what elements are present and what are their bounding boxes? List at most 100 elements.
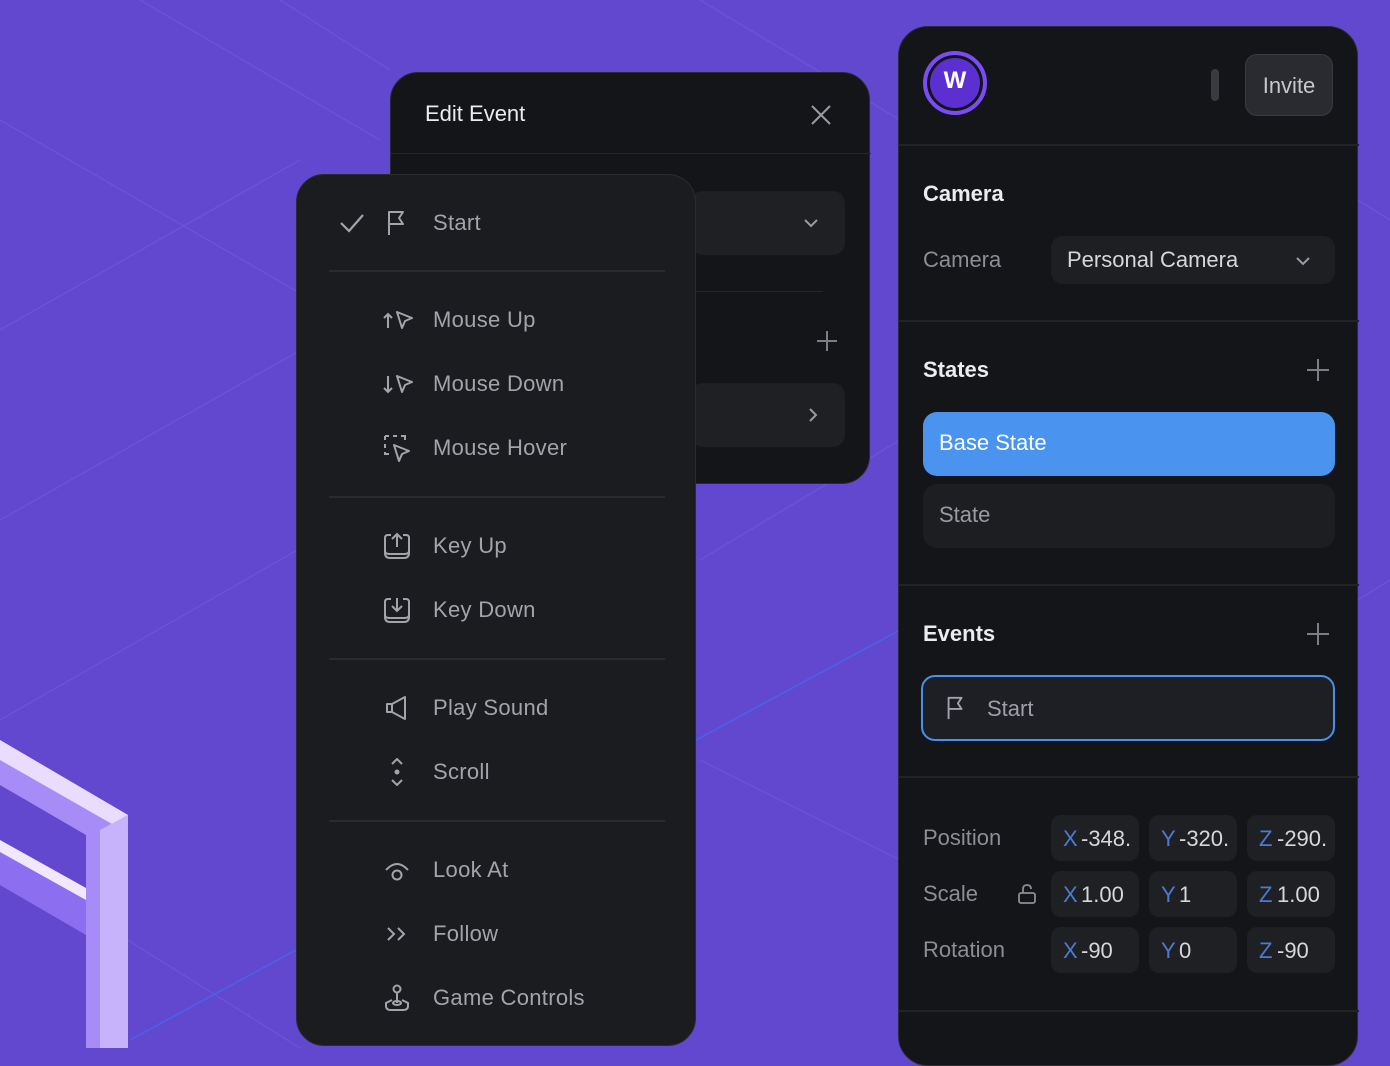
event-item-start[interactable]: Start bbox=[921, 675, 1335, 741]
menu-item-label: Mouse Up bbox=[433, 307, 536, 332]
menu-item-label: Start bbox=[433, 210, 481, 235]
dialog-title: Edit Event bbox=[425, 101, 526, 126]
event-type-menu: Start Mouse Up Mouse Down Mouse Hover Ke… bbox=[296, 174, 696, 1046]
key-down-icon bbox=[384, 598, 410, 623]
menu-item-label: Mouse Hover bbox=[433, 435, 568, 460]
state-label: Base State bbox=[939, 430, 1047, 455]
divider bbox=[899, 320, 1359, 322]
position-y-input[interactable]: Y -320. bbox=[1149, 815, 1237, 861]
axis-label: Y bbox=[1161, 882, 1176, 907]
axis-label: Z bbox=[1259, 826, 1273, 851]
axis-label: Z bbox=[1259, 882, 1273, 907]
rotation-x-input[interactable]: X -90 bbox=[1051, 927, 1139, 973]
camera-select-value: Personal Camera bbox=[1067, 247, 1239, 272]
event-label: Start bbox=[987, 696, 1034, 721]
checkmark-icon bbox=[340, 214, 364, 233]
menu-divider bbox=[329, 270, 665, 272]
events-section-title: Events bbox=[923, 621, 996, 646]
chevron-down-icon bbox=[1296, 257, 1310, 266]
look-at-icon bbox=[385, 863, 409, 881]
axis-label: Y bbox=[1161, 826, 1176, 851]
menu-item-game-controls[interactable]: Game Controls bbox=[297, 972, 697, 1024]
value: 1.00 bbox=[1081, 882, 1124, 907]
axis-label: Z bbox=[1259, 938, 1273, 963]
value: -320. bbox=[1179, 826, 1230, 851]
divider bbox=[691, 291, 823, 292]
menu-item-label: Key Down bbox=[433, 597, 536, 622]
divider bbox=[899, 1010, 1359, 1012]
value: 0 bbox=[1179, 938, 1192, 963]
scale-label: Scale bbox=[923, 881, 979, 906]
rotation-label: Rotation bbox=[923, 937, 1005, 962]
flag-icon bbox=[388, 211, 404, 235]
invite-button[interactable]: Invite bbox=[1245, 54, 1333, 116]
inspector-panel: W Invite Camera Camera Personal Camera S… bbox=[898, 26, 1359, 1066]
menu-item-label: Mouse Down bbox=[433, 371, 565, 396]
follow-icon bbox=[387, 927, 406, 941]
axis-label: X bbox=[1063, 882, 1078, 907]
value: -90 bbox=[1277, 938, 1309, 963]
menu-item-follow[interactable]: Follow bbox=[297, 908, 697, 960]
divider bbox=[899, 144, 1359, 146]
menu-item-label: Key Up bbox=[433, 533, 507, 558]
position-z-input[interactable]: Z -290. bbox=[1247, 815, 1335, 861]
menu-item-mouse-up[interactable]: Mouse Up bbox=[297, 294, 697, 346]
menu-item-label: Look At bbox=[433, 857, 509, 882]
states-section-title: States bbox=[923, 357, 990, 382]
flag-icon bbox=[947, 696, 963, 720]
menu-item-label: Play Sound bbox=[433, 695, 549, 720]
mouse-down-icon bbox=[383, 375, 413, 394]
scale-y-input[interactable]: Y1 bbox=[1149, 871, 1237, 917]
value: 1.00 bbox=[1277, 882, 1320, 907]
state-item[interactable]: State bbox=[923, 484, 1335, 548]
scale-z-input[interactable]: Z 1.00 bbox=[1247, 871, 1335, 917]
separator-handle bbox=[1211, 69, 1219, 101]
key-up-icon bbox=[384, 532, 410, 559]
menu-item-play-sound[interactable]: Play Sound bbox=[297, 682, 697, 734]
menu-item-mouse-down[interactable]: Mouse Down bbox=[297, 358, 697, 410]
value: -348. bbox=[1081, 826, 1132, 851]
menu-item-scroll[interactable]: Scroll bbox=[297, 746, 697, 798]
chevron-right-icon bbox=[809, 408, 818, 422]
rotation-y-input[interactable]: Y0 bbox=[1149, 927, 1237, 973]
speaker-icon bbox=[386, 696, 406, 720]
value: 1 bbox=[1179, 882, 1192, 907]
close-icon[interactable] bbox=[809, 103, 833, 127]
value: -90 bbox=[1081, 938, 1113, 963]
menu-item-label: Follow bbox=[433, 921, 499, 946]
add-state-icon[interactable] bbox=[1306, 358, 1330, 382]
scroll-icon bbox=[391, 758, 403, 786]
menu-divider bbox=[329, 658, 665, 660]
mouse-up-icon bbox=[383, 311, 413, 329]
divider bbox=[899, 776, 1359, 778]
unlock-icon[interactable] bbox=[1017, 883, 1037, 905]
camera-select[interactable]: Personal Camera bbox=[1051, 236, 1335, 284]
mouse-hover-icon bbox=[384, 435, 410, 462]
menu-item-key-up[interactable]: Key Up bbox=[297, 520, 697, 572]
rotation-z-input[interactable]: Z -90 bbox=[1247, 927, 1335, 973]
event-type-select[interactable] bbox=[691, 191, 845, 255]
menu-item-label: Scroll bbox=[433, 759, 490, 784]
position-x-input[interactable]: X -348. bbox=[1051, 815, 1139, 861]
state-item-base[interactable]: Base State bbox=[923, 412, 1335, 476]
scene-frame bbox=[0, 740, 128, 1048]
menu-divider bbox=[329, 820, 665, 822]
divider bbox=[899, 584, 1359, 586]
scale-x-input[interactable]: X 1.00 bbox=[1051, 871, 1139, 917]
value: -290. bbox=[1277, 826, 1328, 851]
add-icon[interactable] bbox=[815, 329, 839, 353]
camera-field-label: Camera bbox=[923, 247, 1002, 272]
camera-section-title: Camera bbox=[923, 181, 1004, 206]
joystick-icon bbox=[385, 984, 409, 1011]
add-event-icon[interactable] bbox=[1306, 622, 1330, 646]
axis-label: X bbox=[1063, 938, 1078, 963]
state-label: State bbox=[939, 502, 991, 527]
menu-item-start[interactable]: Start bbox=[297, 197, 697, 249]
action-row[interactable] bbox=[691, 383, 845, 447]
avatar[interactable]: W bbox=[923, 51, 987, 115]
menu-item-key-down[interactable]: Key Down bbox=[297, 584, 697, 636]
avatar-initial: W bbox=[943, 67, 967, 94]
menu-item-mouse-hover[interactable]: Mouse Hover bbox=[297, 422, 697, 474]
menu-item-look-at[interactable]: Look At bbox=[297, 844, 697, 896]
menu-item-label: Game Controls bbox=[433, 985, 585, 1010]
